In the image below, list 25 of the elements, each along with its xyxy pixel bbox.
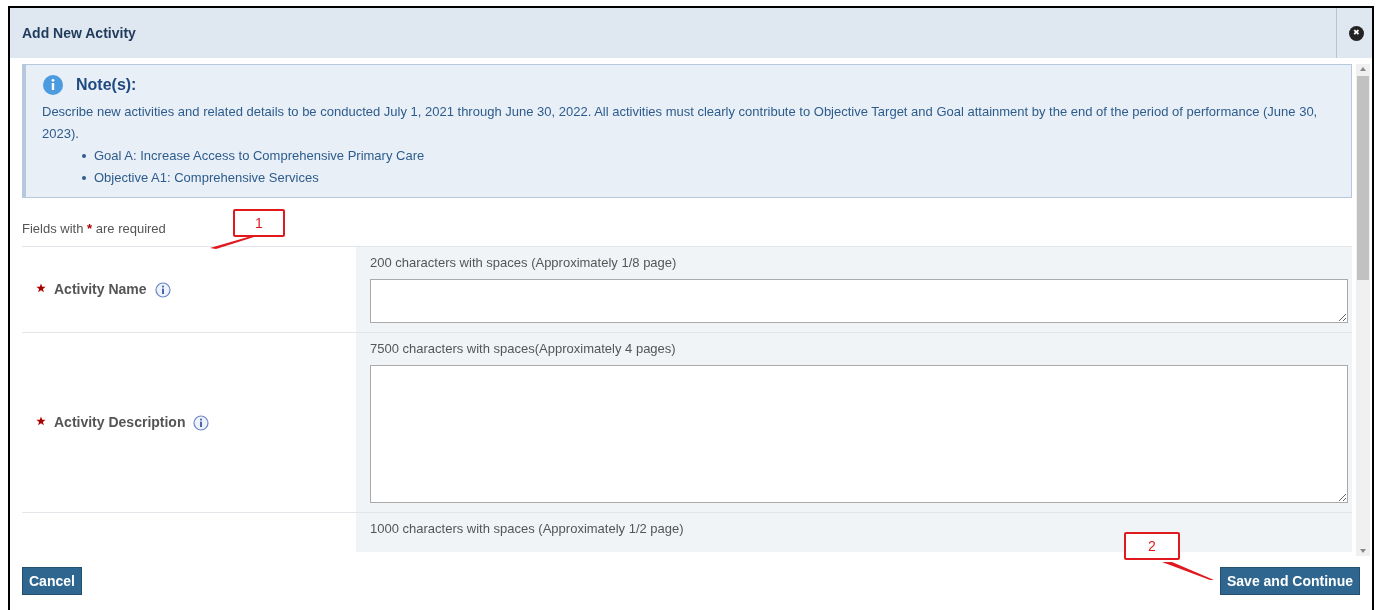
scrollbar-thumb[interactable] — [1357, 76, 1369, 280]
field-hint: 200 characters with spaces (Approximately 1/8 page) — [370, 254, 678, 272]
field-label: Activity Name — [36, 279, 171, 300]
field-label: Activity Description — [36, 412, 210, 433]
note-title: Note(s): — [76, 75, 137, 95]
bullet-icon — [82, 154, 86, 158]
info-icon[interactable] — [154, 281, 171, 298]
save-button[interactable]: Save and Continue — [1219, 567, 1360, 595]
scrollbar[interactable] — [1356, 64, 1370, 556]
text-area[interactable] — [370, 278, 1348, 323]
info-icon[interactable] — [193, 414, 210, 431]
info-icon — [42, 74, 64, 96]
note-bullet: Goal A: Increase Access to Comprehensive Primary Care — [82, 145, 1335, 167]
cancel-button[interactable]: Cancel — [22, 567, 82, 595]
leader-line — [1160, 560, 1216, 582]
note-bullet: Objective A1: Comprehensive Services — [82, 167, 1335, 189]
note-text: Describe new activities and related details to be conducted July 1, 2021 through June 30, 2022. All activities must clearly contribute to Objective Target and Goal attainment by the end of the period of performance (June 30, 2023). — [42, 103, 1319, 143]
bullet-icon — [82, 176, 86, 180]
callout-label: 2 — [1124, 532, 1180, 560]
field-hint: 1000 characters with spaces (Approximately 1/2 page) — [370, 520, 685, 538]
field-hint: 7500 characters with spaces(Approximately 4 pages) — [370, 340, 677, 358]
callout-label: 1 — [233, 209, 285, 237]
dialog-title: Add New Activity — [22, 23, 136, 43]
close-button[interactable]: ✖ — [1349, 25, 1364, 41]
required-note: Fields with * are required — [22, 219, 166, 238]
